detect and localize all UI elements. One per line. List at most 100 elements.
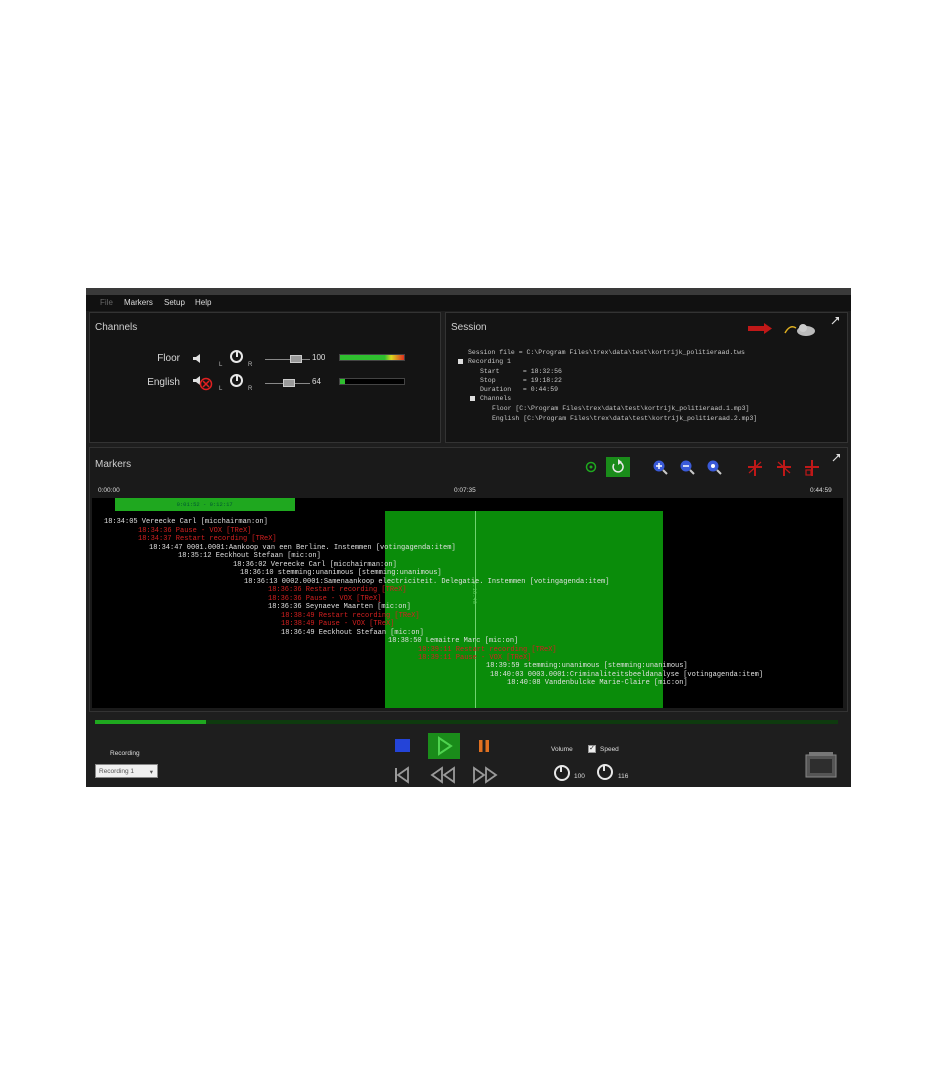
- volume-value: 100: [574, 773, 585, 780]
- pause-icon[interactable]: [477, 739, 491, 753]
- marker-entry[interactable]: 18:39:11 Restart recording [TReX]: [418, 646, 557, 654]
- marker-entry[interactable]: 18:34:05 Vereecke Carl [micchairman:on]: [104, 518, 268, 526]
- marker-entry[interactable]: 18:40:08 Vandenbulcke Marie-Claire [mic:…: [507, 679, 688, 687]
- marker-timeline[interactable]: 0:01:52 - 0:12:17 0:16:40 18:34:05 Veree…: [92, 498, 843, 708]
- rewind-icon[interactable]: [429, 766, 457, 784]
- channels-panel: Channels Floor L R 100 English L R 64: [89, 312, 441, 443]
- marker-entry[interactable]: 18:34:36 Pause - VOX [TReX]: [138, 527, 251, 535]
- recording-node[interactable]: Recording 1: [468, 358, 511, 365]
- range-bar[interactable]: 0:01:52 - 0:12:17: [114, 498, 295, 511]
- marker-entry[interactable]: 18:38:49 Pause - VOX [TReX]: [281, 620, 394, 628]
- marker-entry[interactable]: 18:36:49 Eeckhout Stefaan [mic:on]: [281, 629, 424, 637]
- marker-entry[interactable]: 18:40:03 0003.0001:Criminaliteitsbeeldan…: [490, 671, 763, 679]
- progress-fill: [95, 720, 207, 724]
- marker-delete-icon[interactable]: [775, 459, 793, 477]
- expand-icon[interactable]: [830, 316, 840, 326]
- title-bar: [86, 288, 851, 295]
- check-icon: ✓: [589, 745, 595, 752]
- marker-flag-icon[interactable]: [746, 459, 764, 477]
- session-file-line: Session file = C:\Program Files\trex\dat…: [468, 349, 745, 356]
- volume-knob[interactable]: [554, 765, 570, 781]
- marker-entry[interactable]: 18:38:50 Lemaitre Marc [mic:on]: [388, 637, 518, 645]
- speed-knob[interactable]: [597, 764, 613, 780]
- play-icon: [438, 736, 453, 756]
- volume-value-floor: 100: [312, 353, 326, 362]
- menu-setup[interactable]: Setup: [164, 298, 185, 307]
- stop-button[interactable]: [395, 739, 410, 752]
- marker-entry[interactable]: 18:36:02 Vereecke Carl [micchairman:on]: [233, 561, 397, 569]
- menu-help[interactable]: Help: [195, 298, 211, 307]
- skip-start-icon[interactable]: [392, 766, 412, 784]
- progress-track[interactable]: [95, 720, 838, 724]
- recording-select[interactable]: Recording 1 ▾: [95, 764, 158, 778]
- vu-meter-floor: [339, 354, 405, 361]
- channels-node[interactable]: Channels: [480, 395, 511, 402]
- range-label: 0:01:52 - 0:12:17: [176, 501, 233, 508]
- trex-player-window: File Markers Setup Help Channels Floor L…: [86, 288, 851, 787]
- marker-entry[interactable]: 18:36:13 0002.0001:Samenaankoop electric…: [244, 578, 609, 586]
- time-mid-label: 0:07:35: [454, 487, 476, 494]
- markers-title: Markers: [95, 459, 132, 470]
- pan-left-label: L: [219, 386, 223, 392]
- marker-entry[interactable]: 18:39:11 Pause - VOX [TReX]: [418, 654, 531, 662]
- recording-select-value: Recording 1: [99, 768, 135, 775]
- duration-line: Duration = 0:44:59: [480, 386, 559, 393]
- tree-collapse-icon[interactable]: [470, 396, 475, 401]
- export-cloud-icon[interactable]: [782, 321, 818, 337]
- menu-file[interactable]: File: [100, 298, 113, 307]
- english-file-line: English [C:\Program Files\trex\data\test…: [492, 415, 758, 422]
- channel-name-english: English: [147, 377, 180, 388]
- time-end-label: 0:44:59: [810, 487, 832, 494]
- marker-entry[interactable]: 18:36:36 Restart recording [TReX]: [268, 586, 407, 594]
- marker-edit-icon[interactable]: [803, 459, 821, 477]
- marker-entry[interactable]: 18:34:47 0001.0001:Aankoop van een Berli…: [149, 544, 456, 552]
- speed-checkbox[interactable]: ✓: [588, 745, 596, 753]
- stop-line: Stop = 19:18:22: [480, 377, 562, 384]
- pan-right-label: R: [248, 362, 253, 368]
- volume-thumb-floor[interactable]: [290, 355, 302, 363]
- menu-bar: File Markers Setup Help: [86, 295, 851, 311]
- floor-file-line: Floor [C:\Program Files\trex\data\test\k…: [492, 405, 750, 412]
- channel-name-floor: Floor: [157, 353, 180, 364]
- speed-value: 116: [618, 773, 629, 780]
- refresh-button[interactable]: [606, 457, 630, 477]
- tree-collapse-icon[interactable]: [458, 359, 463, 364]
- time-start-label: 0:00:00: [98, 487, 120, 494]
- session-title: Session: [451, 322, 487, 333]
- marker-entry[interactable]: 18:36:36 Seynaeve Maarten [mic:on]: [268, 603, 411, 611]
- volume-value-english: 64: [312, 377, 321, 386]
- pan-knob-english[interactable]: [230, 374, 243, 387]
- add-marker-icon[interactable]: [585, 461, 597, 473]
- play-button[interactable]: [428, 733, 460, 759]
- volume-thumb-english[interactable]: [283, 379, 295, 387]
- zoom-in-icon[interactable]: [652, 459, 668, 475]
- speaker-muted-icon[interactable]: [192, 375, 214, 391]
- marker-entry[interactable]: 18:36:10 stemming:unanimous [stemming:un…: [240, 569, 442, 577]
- playhead-line[interactable]: [474, 511, 476, 708]
- volume-track-floor[interactable]: [265, 359, 310, 360]
- export-icon[interactable]: [804, 750, 838, 778]
- refresh-icon: [612, 459, 624, 473]
- marker-entry[interactable]: 18:35:12 Eeckhout Stefaan [mic:on]: [178, 552, 321, 560]
- volume-label: Volume: [551, 746, 573, 753]
- marker-entry[interactable]: 18:36:36 Pause - VOX [TReX]: [268, 595, 381, 603]
- fast-forward-icon[interactable]: [471, 766, 499, 784]
- marker-entry[interactable]: 18:38:49 Restart recording [TReX]: [281, 612, 420, 620]
- session-panel: Session Session file = C:\Program Files\…: [445, 312, 848, 443]
- pan-left-label: L: [219, 362, 223, 368]
- record-arrow-icon[interactable]: [746, 321, 774, 337]
- chevron-down-icon: ▾: [149, 769, 153, 776]
- zoom-out-icon[interactable]: [679, 459, 695, 475]
- expand-icon[interactable]: [831, 453, 841, 463]
- speed-label: Speed: [600, 746, 619, 753]
- vu-meter-english: [339, 378, 405, 385]
- marker-entry[interactable]: 18:39:59 stemming:unanimous [stemming:un…: [486, 662, 688, 670]
- zoom-fit-icon[interactable]: [706, 459, 722, 475]
- speaker-icon[interactable]: [192, 353, 204, 364]
- pan-knob-floor[interactable]: [230, 350, 243, 363]
- start-line: Start = 18:32:56: [480, 368, 562, 375]
- recording-label: Recording: [110, 750, 140, 757]
- markers-panel: Markers 0:00:00 0:07:35 0:44:59 0:01:52 …: [89, 447, 848, 712]
- marker-entry[interactable]: 18:34:37 Restart recording [TReX]: [138, 535, 277, 543]
- menu-markers[interactable]: Markers: [124, 298, 153, 307]
